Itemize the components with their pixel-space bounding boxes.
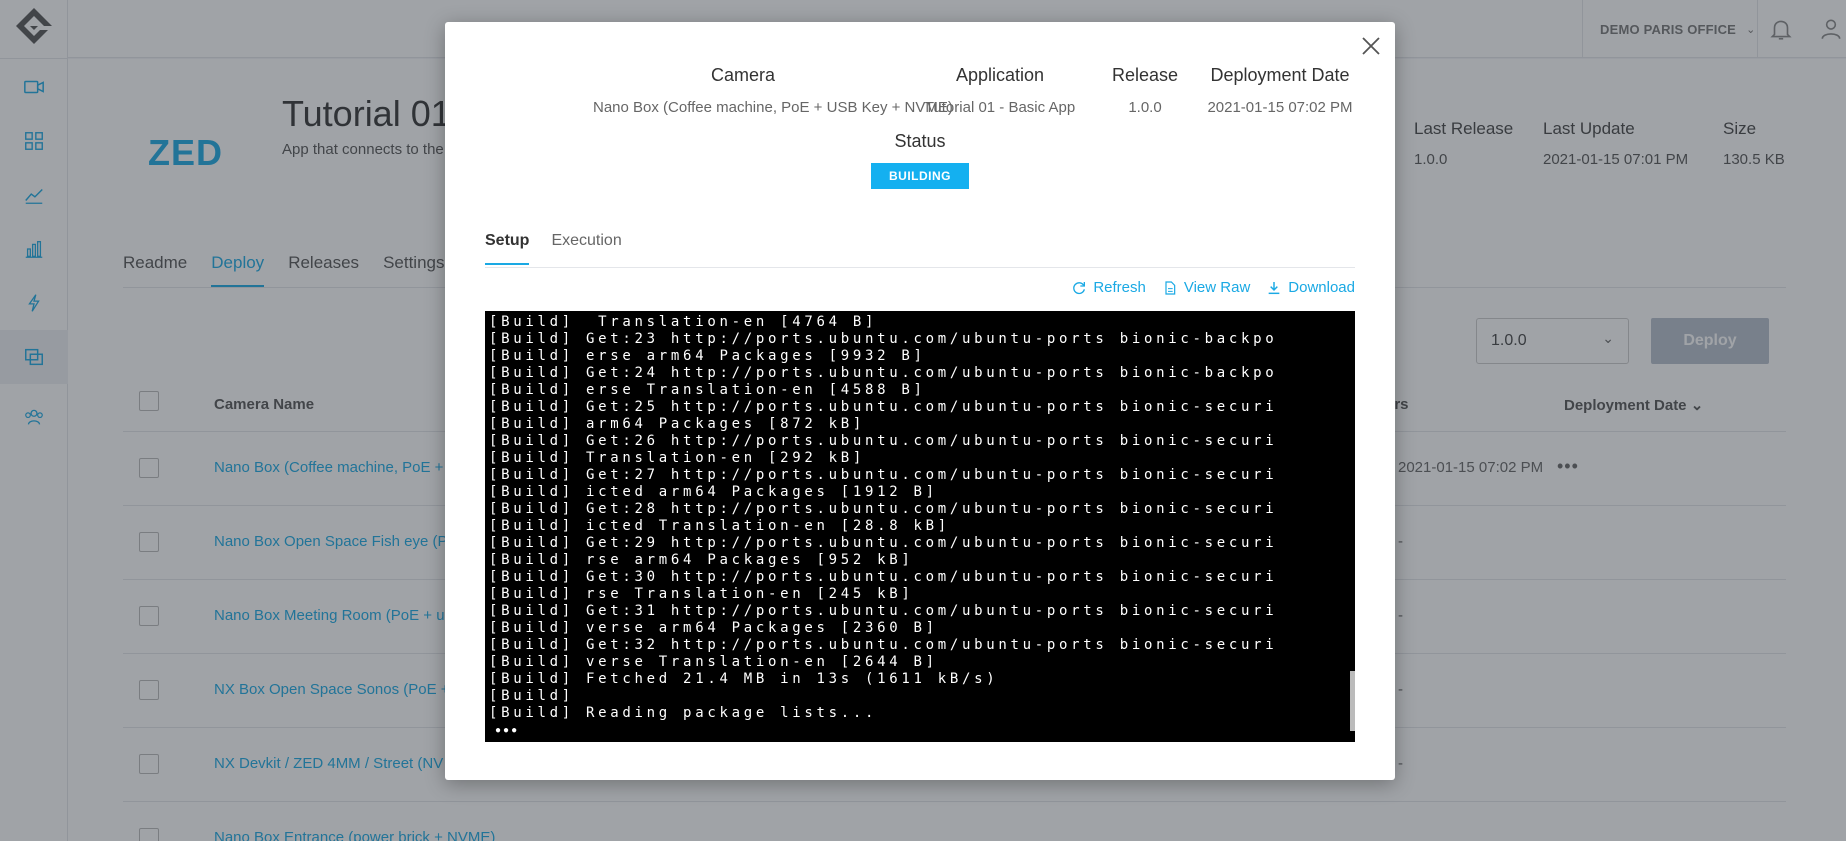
refresh-icon [1073, 281, 1086, 294]
log-line: [Build] Get:31 http://ports.ubuntu.com/u… [489, 603, 1278, 619]
build-log-console[interactable]: [Build] Translation-en [4764 B] [Build] G… [485, 311, 1355, 742]
loading-indicator: ●●● [495, 725, 520, 736]
log-actions: Refresh View Raw Download [1071, 279, 1355, 296]
log-line: [Build] Get:32 http://ports.ubuntu.com/u… [489, 637, 1278, 653]
log-line: [Build] arm64 Packages [872 kB] [489, 416, 865, 432]
application-label: Application [955, 65, 1045, 85]
log-line: [Build] rse Translation-en [245 kB] [489, 586, 914, 602]
close-icon[interactable] [1359, 34, 1383, 58]
view-raw-button[interactable]: View Raw [1162, 279, 1250, 296]
modal-tabs-divider [485, 267, 1355, 268]
log-line: [Build] icted Translation-en [28.8 kB] [489, 518, 950, 534]
log-line: [Build] Reading package lists... [489, 705, 878, 721]
log-line: [Build] [489, 688, 574, 704]
document-icon [1165, 280, 1176, 295]
log-line: [Build] Get:23 http://ports.ubuntu.com/u… [489, 331, 1278, 347]
tab-execution[interactable]: Execution [551, 232, 621, 265]
log-line: [Build] Fetched 21.4 MB in 13s (1611 kB/… [489, 671, 999, 687]
log-line: [Build] Get:24 http://ports.ubuntu.com/u… [489, 365, 1278, 381]
tab-setup[interactable]: Setup [485, 232, 530, 265]
log-line: [Build] erse Translation-en [4588 B] [489, 382, 926, 398]
download-button[interactable]: Download [1266, 279, 1355, 296]
camera-label: Camera [710, 65, 776, 85]
deployment-date-value: 2021-01-15 07:02 PM [1207, 99, 1353, 116]
log-line: [Build] Get:27 http://ports.ubuntu.com/u… [489, 467, 1278, 483]
deployment-date-label: Deployment Date [1210, 65, 1350, 85]
log-line: [Build] verse arm64 Packages [2360 B] [489, 620, 938, 636]
log-line: [Build] erse arm64 Packages [9932 B] [489, 348, 926, 364]
view-raw-label: View Raw [1183, 279, 1251, 296]
log-line: [Build] verse Translation-en [2644 B] [489, 654, 938, 670]
log-line: [Build] rse arm64 Packages [952 kB] [489, 552, 914, 568]
refresh-label: Refresh [1093, 279, 1146, 296]
deployment-modal: Camera Nano Box (Coffee machine, PoE + U… [445, 22, 1395, 780]
log-line: [Build] Translation-en [4764 B] [489, 314, 878, 330]
log-line: [Build] Get:28 http://ports.ubuntu.com/u… [489, 501, 1278, 517]
build-log-lines: [Build] Translation-en [4764 B] [Build] G… [489, 314, 1277, 722]
status-label: Status [894, 131, 946, 151]
download-label: Download [1288, 279, 1355, 296]
status-badge: BUILDING [871, 163, 969, 189]
camera-value: Nano Box (Coffee machine, PoE + USB Key … [593, 99, 953, 116]
log-line: [Build] icted arm64 Packages [1912 B] [489, 484, 938, 500]
log-line: [Build] Get:30 http://ports.ubuntu.com/u… [489, 569, 1278, 585]
log-line: [Build] Get:26 http://ports.ubuntu.com/u… [489, 433, 1278, 449]
log-line: [Build] Translation-en [292 kB] [489, 450, 865, 466]
modal-tabs: Setup Execution [485, 232, 622, 265]
log-line: [Build] Get:29 http://ports.ubuntu.com/u… [489, 535, 1278, 551]
log-line: [Build] Get:25 http://ports.ubuntu.com/u… [489, 399, 1278, 415]
refresh-button[interactable]: Refresh [1071, 279, 1146, 296]
download-icon [1268, 281, 1280, 294]
console-scrollbar[interactable] [1350, 671, 1355, 731]
application-value: Tutorial 01 - Basic App [924, 99, 1076, 116]
